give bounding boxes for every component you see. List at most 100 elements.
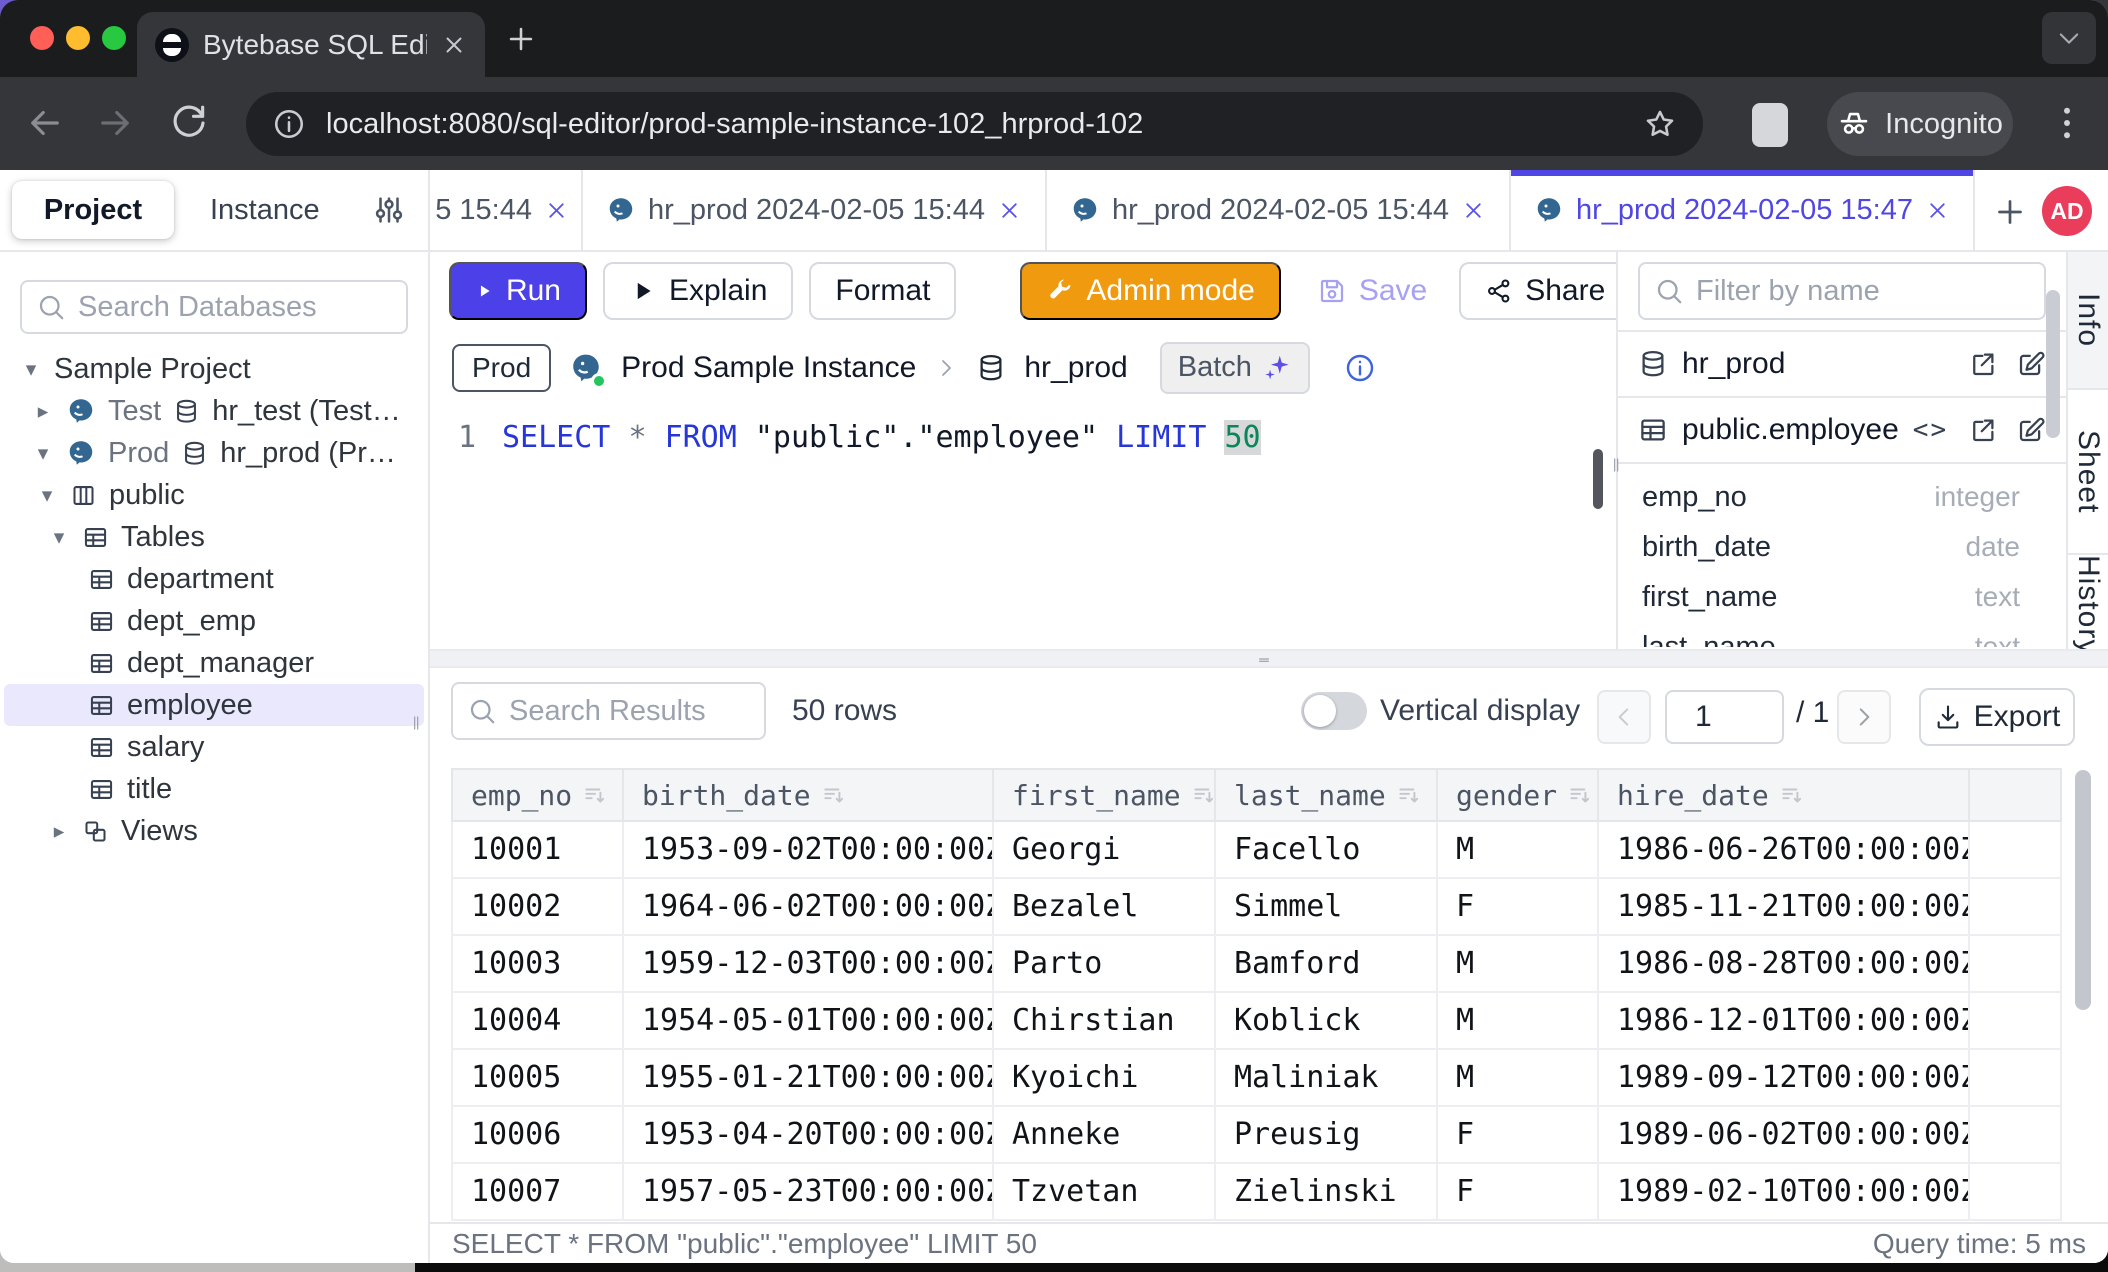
table-cell[interactable]: 1953-09-02T00:00:00Z <box>623 821 993 878</box>
prev-page-button[interactable] <box>1597 690 1651 744</box>
save-button[interactable]: Save <box>1317 274 1427 308</box>
table-row[interactable]: 100031959-12-03T00:00:00ZPartoBamfordM19… <box>452 935 2061 992</box>
tab-search-button[interactable] <box>2042 12 2096 64</box>
new-worksheet-button[interactable] <box>1992 194 2028 230</box>
worksheet-tab[interactable]: 5 15:44 <box>430 170 583 250</box>
table-cell[interactable]: 1985-11-21T00:00:00Z <box>1598 878 1969 935</box>
table-cell[interactable]: 1989-06-02T00:00:00Z <box>1598 1106 1969 1163</box>
tab-instance[interactable]: Instance <box>210 194 320 227</box>
table-row[interactable]: 100051955-01-21T00:00:00ZKyoichiMaliniak… <box>452 1049 2061 1106</box>
splitter-handle-icon[interactable] <box>1233 654 1295 666</box>
sort-icon[interactable] <box>1191 783 1215 809</box>
table-cell[interactable]: 10006 <box>452 1106 623 1163</box>
table-cell[interactable]: Chirstian <box>993 992 1215 1049</box>
browser-tab[interactable]: Bytebase SQL Editor <box>137 12 485 77</box>
side-tab[interactable]: History <box>2068 555 2108 657</box>
table-cell[interactable]: 1964-06-02T00:00:00Z <box>623 878 993 935</box>
column-row[interactable]: last_name text <box>1618 622 2066 647</box>
caret-down-icon[interactable]: ▾ <box>32 441 54 466</box>
database-search-input[interactable] <box>78 291 392 324</box>
tree-item-table[interactable]: department <box>0 558 428 600</box>
avatar[interactable]: AD <box>2042 186 2092 236</box>
tree-item-views[interactable]: ▸ Views <box>0 810 428 852</box>
tree-item-table[interactable]: employee <box>4 684 424 726</box>
table-cell[interactable]: Zielinski <box>1215 1163 1437 1220</box>
table-row[interactable]: 100041954-05-01T00:00:00ZChirstianKoblic… <box>452 992 2061 1049</box>
close-icon[interactable] <box>1461 198 1486 223</box>
results-column-header[interactable]: birth_date <box>623 769 993 821</box>
table-cell[interactable]: Simmel <box>1215 878 1437 935</box>
batch-button[interactable]: Batch <box>1160 342 1310 394</box>
table-cell[interactable]: 1986-08-28T00:00:00Z <box>1598 935 1969 992</box>
table-cell[interactable]: Koblick <box>1215 992 1437 1049</box>
caret-down-icon[interactable]: ▾ <box>48 525 70 550</box>
table-cell[interactable]: Bezalel <box>993 878 1215 935</box>
next-page-button[interactable] <box>1837 690 1891 744</box>
close-icon[interactable] <box>1925 198 1950 223</box>
table-cell[interactable]: 1955-01-21T00:00:00Z <box>623 1049 993 1106</box>
run-button[interactable]: Run <box>449 262 587 320</box>
edit-icon[interactable] <box>2016 349 2046 379</box>
worksheet-tab[interactable]: hr_prod 2024-02-05 15:47 <box>1511 170 1975 250</box>
table-cell[interactable]: 1954-05-01T00:00:00Z <box>623 992 993 1049</box>
table-cell[interactable]: 1959-12-03T00:00:00Z <box>623 935 993 992</box>
table-cell[interactable]: Kyoichi <box>993 1049 1215 1106</box>
results-search-input[interactable] <box>509 695 750 728</box>
table-cell[interactable]: 10003 <box>452 935 623 992</box>
editor-scrollbar[interactable] <box>1593 449 1603 509</box>
table-cell[interactable]: Parto <box>993 935 1215 992</box>
results-column-header[interactable]: last_name <box>1215 769 1437 821</box>
caret-right-icon[interactable]: ▸ <box>48 819 70 844</box>
admin-mode-button[interactable]: Admin mode <box>1020 262 1280 320</box>
tree-item-schema-public[interactable]: ▾ public <box>0 474 428 516</box>
database-name[interactable]: hr_prod <box>1024 351 1127 385</box>
external-link-icon[interactable] <box>1968 415 1998 445</box>
sort-icon[interactable] <box>1567 783 1593 809</box>
tree-item-prod-db[interactable]: ▾ Prod hr_prod (Pr… <box>0 432 428 474</box>
tab-project[interactable]: Project <box>12 181 174 239</box>
sql-editor[interactable]: 1 SELECT * FROM "public"."employee" LIMI… <box>430 405 1616 461</box>
export-button[interactable]: Export <box>1919 688 2075 746</box>
table-cell[interactable]: Tzvetan <box>993 1163 1215 1220</box>
table-row[interactable]: 100061953-04-20T00:00:00ZAnnekePreusigF1… <box>452 1106 2061 1163</box>
forward-button[interactable] <box>94 102 136 144</box>
table-cell[interactable]: 10001 <box>452 821 623 878</box>
table-cell[interactable]: F <box>1437 1106 1598 1163</box>
caret-down-icon[interactable]: ▾ <box>36 483 58 508</box>
column-row[interactable]: birth_date date <box>1618 522 2066 572</box>
table-row[interactable]: 100011953-09-02T00:00:00ZGeorgiFacelloM1… <box>452 821 2061 878</box>
table-cell[interactable]: 1989-09-12T00:00:00Z <box>1598 1049 1969 1106</box>
table-cell[interactable]: 1986-06-26T00:00:00Z <box>1598 821 1969 878</box>
table-cell[interactable]: 1957-05-23T00:00:00Z <box>623 1163 993 1220</box>
results-table[interactable]: emp_nobirth_datefirst_namelast_namegende… <box>451 768 2062 1221</box>
table-cell[interactable]: M <box>1437 935 1598 992</box>
results-column-header[interactable]: hire_date <box>1598 769 1969 821</box>
info-icon[interactable] <box>1344 352 1376 384</box>
worksheet-tab[interactable]: hr_prod 2024-02-05 15:44 <box>583 170 1047 250</box>
database-search[interactable] <box>20 280 408 334</box>
results-column-header[interactable]: emp_no <box>452 769 623 821</box>
tree-item-project[interactable]: ▾ Sample Project <box>0 348 428 390</box>
instance-name[interactable]: Prod Sample Instance <box>621 351 916 385</box>
results-column-header[interactable]: gender <box>1437 769 1598 821</box>
table-cell[interactable]: Anneke <box>993 1106 1215 1163</box>
table-cell[interactable]: 1953-04-20T00:00:00Z <box>623 1106 993 1163</box>
table-cell[interactable]: 10004 <box>452 992 623 1049</box>
table-row[interactable]: 100071957-05-23T00:00:00ZTzvetanZielinsk… <box>452 1163 2061 1220</box>
panel-resize-handle[interactable] <box>1608 442 1624 488</box>
table-cell[interactable]: F <box>1437 878 1598 935</box>
format-button[interactable]: Format <box>809 262 956 320</box>
sort-icon[interactable] <box>1779 783 1805 809</box>
table-cell[interactable]: M <box>1437 821 1598 878</box>
explain-button[interactable]: Explain <box>603 262 793 320</box>
table-cell[interactable]: Facello <box>1215 821 1437 878</box>
minimize-window-button[interactable] <box>66 26 90 50</box>
table-cell[interactable]: F <box>1437 1163 1598 1220</box>
edit-icon[interactable] <box>2016 415 2046 445</box>
columns-scrollbar[interactable] <box>2046 290 2060 438</box>
bookmark-star-icon[interactable] <box>1643 107 1677 141</box>
page-input[interactable] <box>1665 690 1784 744</box>
external-link-icon[interactable] <box>1968 349 1998 379</box>
caret-right-icon[interactable]: ▸ <box>32 399 54 424</box>
table-cell[interactable]: 10007 <box>452 1163 623 1220</box>
